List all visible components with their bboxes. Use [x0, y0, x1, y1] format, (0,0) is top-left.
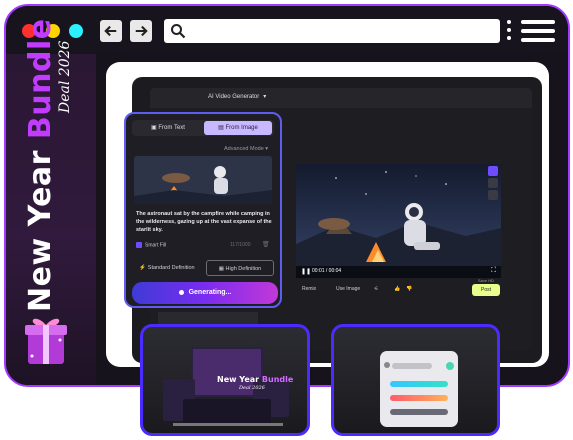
bundle-preview-card[interactable]: New Year Bundle Deal 2026: [140, 324, 310, 436]
video-actions: Remix Use Image ⚟ 👍 👎: [296, 285, 501, 295]
bundle-card-title: New Year Bundle: [217, 375, 294, 384]
chevron-down-icon: ▾: [265, 146, 269, 152]
bundle-card-subtitle: Deal 2026: [239, 385, 265, 391]
standard-definition-option[interactable]: ⚡ Standard Definition: [132, 260, 202, 276]
slider-bar: [392, 363, 432, 369]
video-toolbar: [488, 166, 501, 200]
green-dot-icon: [446, 362, 454, 370]
fullscreen-icon[interactable]: ⛶: [491, 267, 496, 275]
tab-from-image[interactable]: ▤ From Image: [204, 121, 272, 135]
image-icon: ▤: [218, 125, 226, 131]
loading-dot-icon: [178, 289, 184, 295]
pause-icon[interactable]: ❚❚: [301, 268, 311, 275]
slider-bar-cyan: [390, 381, 448, 387]
more-options-icon[interactable]: [506, 18, 512, 44]
forward-button[interactable]: [130, 20, 152, 42]
promo-title-purple: Bundle: [23, 18, 58, 140]
arrow-right-icon: [135, 25, 148, 37]
trash-icon[interactable]: 🗑: [262, 241, 270, 248]
chevron-down-icon: ▾: [263, 94, 267, 100]
source-image-thumbnail[interactable]: [134, 156, 272, 204]
hd-icon: ▦: [218, 266, 224, 272]
high-definition-option[interactable]: ▦ High Definition: [206, 260, 274, 276]
star-icon[interactable]: [488, 178, 498, 188]
slider-bar-red: [390, 395, 448, 401]
sliders-icon[interactable]: ⚟: [374, 286, 378, 292]
thumbs-down-icon[interactable]: 👎: [406, 286, 412, 292]
back-button[interactable]: [100, 20, 122, 42]
smart-fill-checkbox[interactable]: Smart Fill: [136, 242, 166, 248]
slider-bar-gray: [390, 409, 448, 415]
save-label: Save HD: [478, 278, 495, 283]
gift-icon: [25, 318, 67, 364]
generator-panel: ▣ From Text ▤ From Image Advanced Mode ▾…: [124, 112, 282, 308]
address-bar[interactable]: [164, 19, 500, 43]
advanced-mode-toggle[interactable]: Advanced Mode ▾: [224, 146, 268, 152]
checkbox-icon: [136, 242, 142, 248]
thumbs-up-icon[interactable]: 👍: [394, 286, 400, 292]
promo-subtitle: Deal 2026: [57, 40, 73, 113]
video-controls: ❚❚ 00:01 / 00:04 ⛶: [296, 266, 501, 278]
use-image-button[interactable]: Use Image: [336, 286, 360, 292]
magic-icon[interactable]: [488, 166, 498, 176]
promo-title-white: New Year: [23, 150, 58, 312]
generate-button[interactable]: Generating...: [132, 282, 278, 304]
char-counter: 117/1000: [230, 242, 251, 248]
settings-panel-illustration: [380, 351, 458, 427]
dot-icon: [384, 362, 390, 368]
bolt-icon: ⚡: [139, 265, 147, 271]
app-header: AI Video Generator ▾: [150, 88, 532, 108]
search-icon: [171, 24, 186, 39]
settings-preview-card[interactable]: [331, 324, 500, 436]
post-button[interactable]: Post: [472, 284, 500, 296]
video-preview[interactable]: [296, 164, 501, 277]
browser-toolbar: [6, 6, 568, 54]
app-title[interactable]: AI Video Generator ▾: [208, 93, 266, 100]
arrow-left-icon: [104, 25, 117, 37]
mode-tabs: ▣ From Text ▤ From Image: [132, 120, 274, 136]
promo-title: New Year Bundle: [23, 18, 58, 312]
video-time: 00:01 / 00:04: [312, 268, 342, 274]
maximize-window-dot[interactable]: [69, 24, 83, 38]
prompt-text[interactable]: The astronaut sat by the campfire while …: [136, 210, 272, 234]
eye-icon[interactable]: [488, 190, 498, 200]
remix-button[interactable]: Remix: [302, 286, 316, 292]
tab-from-text[interactable]: ▣ From Text: [134, 121, 202, 135]
definition-selector: ⚡ Standard Definition ▦ High Definition: [132, 260, 274, 276]
hamburger-icon[interactable]: [521, 20, 555, 42]
